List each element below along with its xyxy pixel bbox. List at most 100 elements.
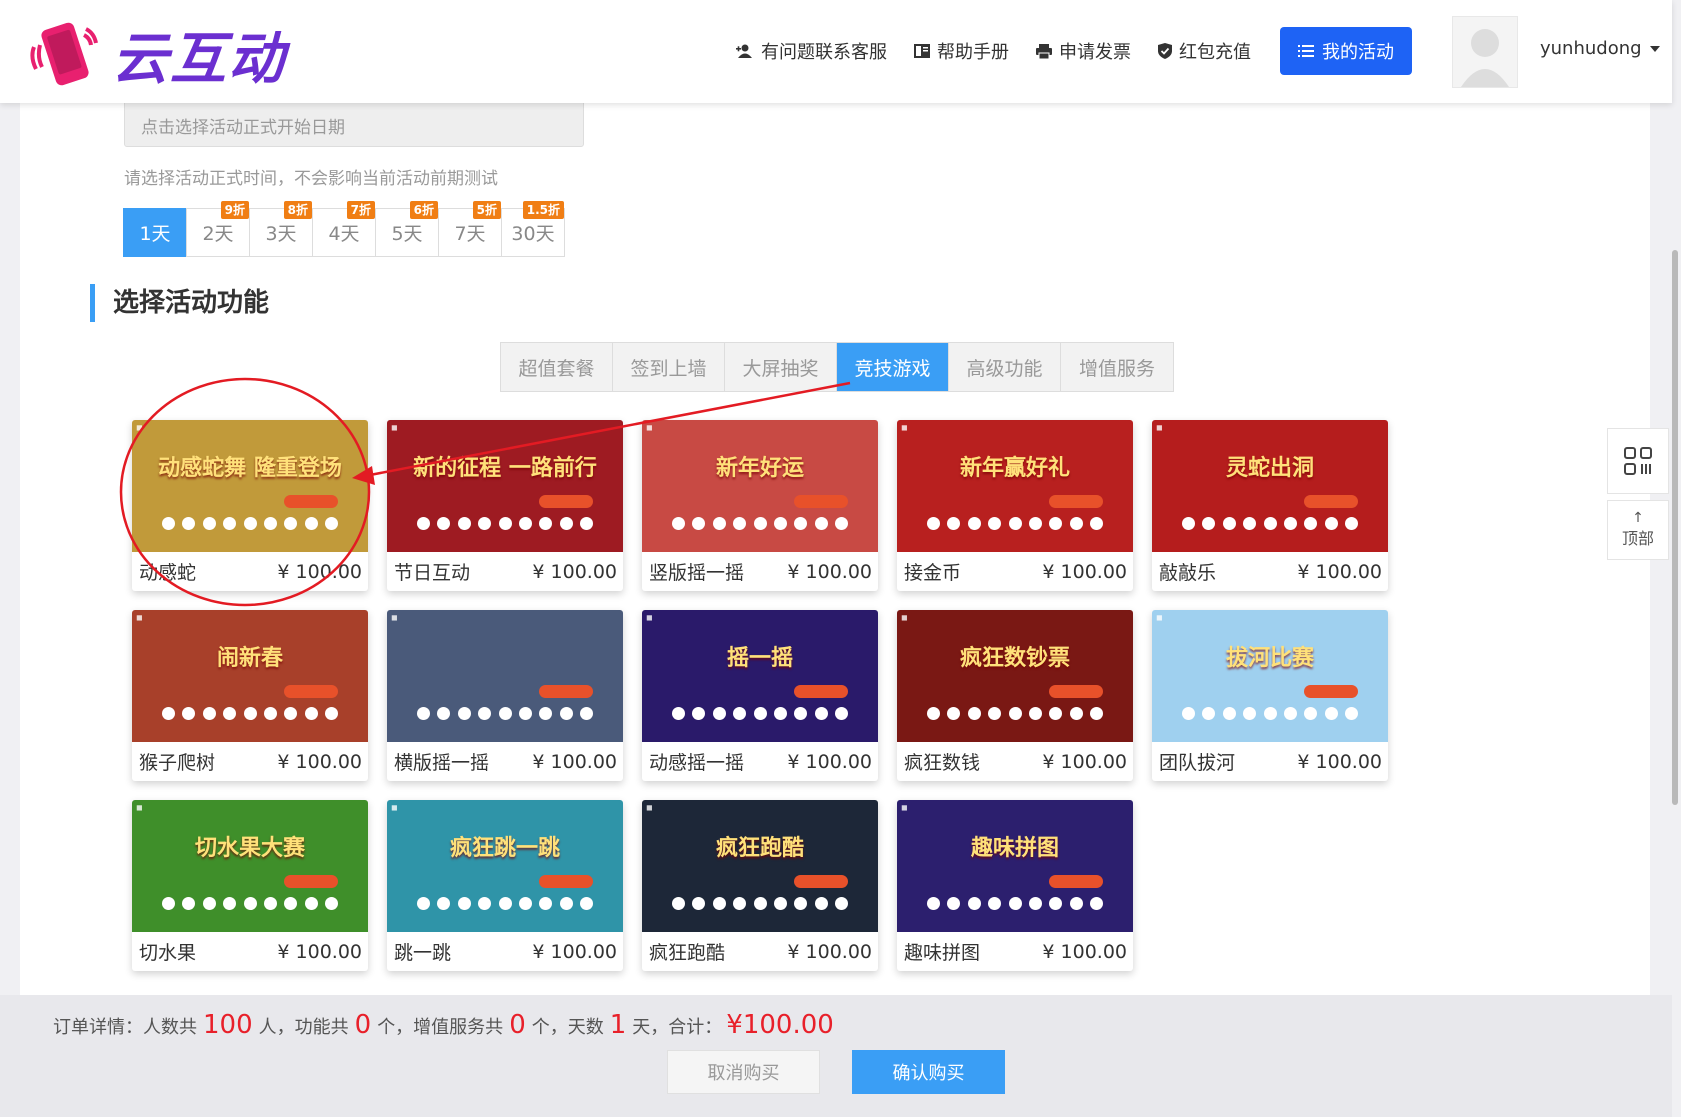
player-dot [263,517,277,530]
player-dot [325,897,338,910]
player-dot [1090,897,1103,910]
game-card[interactable]: ◼ 新年赢好礼 接金币 ¥ 100.00 [897,420,1133,591]
avatar[interactable] [1452,16,1518,88]
player-dot [223,897,237,910]
player-dot [478,707,492,720]
card-footer: 疯狂数钱 ¥ 100.00 [897,742,1133,781]
game-card[interactable]: ◼ 拔河比赛 团队拔河 ¥ 100.00 [1152,610,1388,781]
tab-value-added[interactable]: 增值服务 [1061,343,1173,391]
player-dots [927,517,1103,530]
player-dot [182,707,196,720]
player-dot [927,897,940,910]
player-dots [927,707,1103,720]
player-dot [580,517,593,530]
start-date-input[interactable]: 点击选择活动正式开始日期 [124,100,584,147]
card-footer: 跳一跳 ¥ 100.00 [387,932,623,971]
player-dot [1028,707,1042,720]
game-card[interactable]: ◼ 新的征程 一路前行 节日互动 ¥ 100.00 [387,420,623,591]
thumb-brand: ◼ [136,613,143,622]
player-dot [692,517,706,530]
game-card[interactable]: ◼ 趣味拼图 趣味拼图 ¥ 100.00 [897,800,1133,971]
service-count: 0 [509,1010,526,1040]
game-card[interactable]: ◼ 横版摇一摇 ¥ 100.00 [387,610,623,781]
tab-lottery[interactable]: 大屏抽奖 [725,343,837,391]
player-dots [927,897,1103,910]
tab-games[interactable]: 竞技游戏 [837,343,949,391]
player-dot [580,707,593,720]
thumb-brand: ◼ [391,613,398,622]
logo[interactable]: 云互动 [28,14,286,95]
day-option-5[interactable]: 5天 6折 [375,201,439,257]
game-price: ¥ 100.00 [787,750,872,773]
player-dot [1324,517,1338,530]
scrollbar[interactable] [1672,250,1678,805]
nav-recharge[interactable]: 红包充值 [1158,38,1251,64]
cancel-purchase-button[interactable]: 取消购买 [667,1050,820,1094]
tab-sign-in[interactable]: 签到上墙 [613,343,725,391]
player-dot [967,517,981,530]
tab-advanced[interactable]: 高级功能 [949,343,1061,391]
day-option-30[interactable]: 30天 1.5折 [501,201,565,257]
game-card[interactable]: ◼ 疯狂跳一跳 跳一跳 ¥ 100.00 [387,800,623,971]
qr-code-button[interactable] [1607,428,1669,494]
tab-value-package[interactable]: 超值套餐 [501,343,613,391]
player-dot [478,897,492,910]
player-dot [1345,517,1358,530]
game-thumbnail: ◼ 疯狂跳一跳 [387,800,623,932]
discount-badge: 5折 [472,201,501,219]
player-dots [162,517,338,530]
player-dot [1283,707,1297,720]
game-grid: ◼ 动感蛇舞 隆重登场 动感蛇 ¥ 100.00 ◼ 新的征程 一路前行 节日互动 ¥ 100… [132,420,1388,971]
day-label: 1天 [139,223,171,245]
game-card[interactable]: ◼ 动感蛇舞 隆重登场 动感蛇 ¥ 100.00 [132,420,368,591]
service-unit: 个，天数 [531,1017,604,1038]
day-option-4[interactable]: 4天 7折 [312,201,376,257]
thumb-brand: ◼ [646,423,653,432]
start-pill [539,685,593,698]
order-total: ¥100.00 [726,1010,834,1040]
thumb-brand: ◼ [646,613,653,622]
player-dot [325,707,338,720]
thumb-title: 疯狂数钞票 [959,646,1070,671]
duration-selector: 1天 2天 9折 3天 8折 4天 7折 5天 6折 7天 5折 30天 1.5折 [123,201,565,257]
player-dot [457,897,471,910]
start-pill [794,685,848,698]
day-option-7[interactable]: 7天 5折 [438,201,502,257]
player-dot [1345,707,1358,720]
game-card[interactable]: ◼ 疯狂数钞票 疯狂数钱 ¥ 100.00 [897,610,1133,781]
game-card[interactable]: ◼ 切水果大赛 切水果 ¥ 100.00 [132,800,368,971]
nav-help[interactable]: 帮助手册 [914,38,1009,64]
day-count: 1 [609,1010,627,1040]
back-to-top-button[interactable]: ↑ 顶部 [1607,500,1669,560]
player-dot [182,517,196,530]
top-header: 云互动 有问题联系客服 帮助手册 申请发票 红包充值 我的活动 yunhudon… [0,0,1672,103]
day-option-2[interactable]: 2天 9折 [186,201,250,257]
card-footer: 趣味拼图 ¥ 100.00 [897,932,1133,971]
day-label: 2天 [202,223,234,245]
game-card[interactable]: ◼ 疯狂跑酷 疯狂跑酷 ¥ 100.00 [642,800,878,971]
user-menu[interactable]: yunhudong [1540,38,1660,59]
thumb-title: 疯狂跳一跳 [449,836,560,861]
player-dots [162,707,338,720]
player-dot [457,707,471,720]
thumb-title: 疯狂跑酷 [715,836,804,861]
my-activity-button[interactable]: 我的活动 [1280,27,1412,75]
day-option-3[interactable]: 3天 8折 [249,201,313,257]
day-option-1[interactable]: 1天 [123,208,187,257]
thumb-brand: ◼ [901,803,908,812]
nav-support[interactable]: 有问题联系客服 [736,38,887,64]
player-dots [417,897,593,910]
game-card[interactable]: ◼ 闹新春 猴子爬树 ¥ 100.00 [132,610,368,781]
game-card[interactable]: ◼ 新年好运 竖版摇一摇 ¥ 100.00 [642,420,878,591]
player-dot [284,707,298,720]
player-dot [712,517,726,530]
game-card[interactable]: ◼ 摇一摇 动感摇一摇 ¥ 100.00 [642,610,878,781]
player-dot [284,517,298,530]
player-dot [794,707,808,720]
confirm-purchase-button[interactable]: 确认购买 [852,1050,1005,1094]
nav-invoice[interactable]: 申请发票 [1036,38,1131,64]
game-thumbnail: ◼ 灵蛇出洞 [1152,420,1388,552]
game-name: 节日互动 [394,562,471,584]
game-price: ¥ 100.00 [277,560,362,583]
game-card[interactable]: ◼ 灵蛇出洞 敲敲乐 ¥ 100.00 [1152,420,1388,591]
